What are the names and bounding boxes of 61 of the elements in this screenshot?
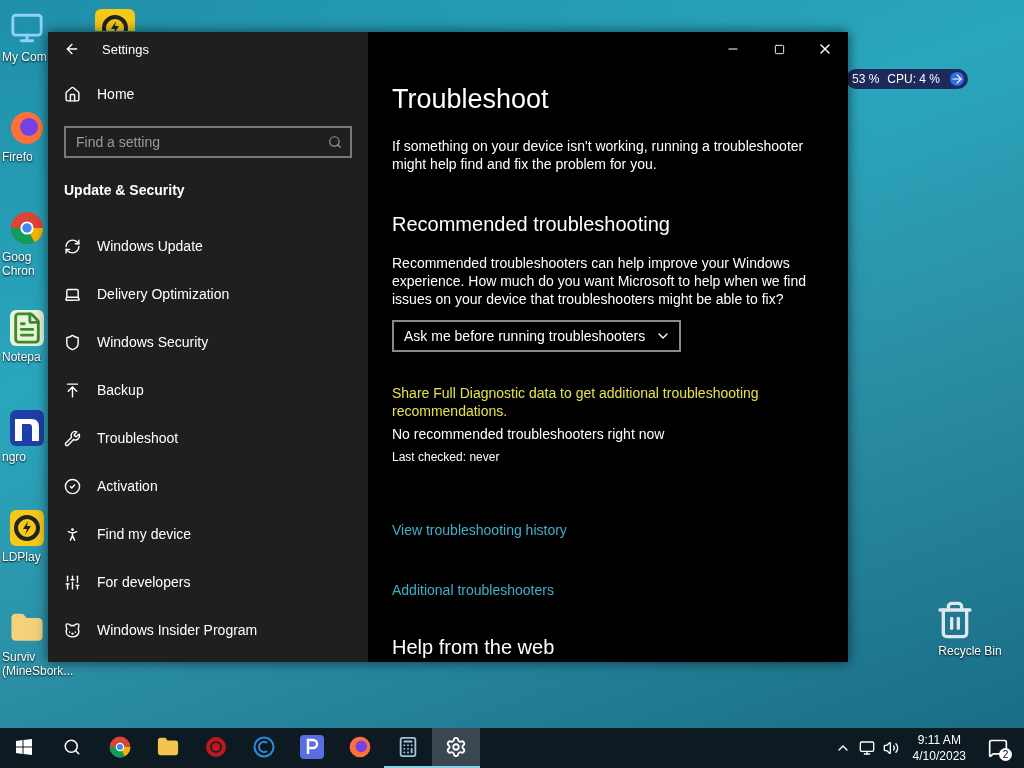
- shortcut-label: ngro: [1, 450, 27, 464]
- intro-text: If something on your device isn't working, running a troubleshooter might help find and fix the problem for you.: [392, 137, 805, 173]
- shortcut-label: Goog Chron: [1, 250, 35, 278]
- c-circle-icon: [253, 736, 275, 758]
- notification-count: 2: [999, 748, 1012, 761]
- shortcut-icon[interactable]: [10, 410, 44, 446]
- clock[interactable]: 9:11 AM 4/10/2023: [906, 732, 972, 764]
- upload-icon: [64, 381, 81, 399]
- last-checked-text: Last checked: never: [392, 450, 501, 464]
- shortcut-label: Recycle Bin: [937, 644, 1003, 658]
- nav-item[interactable]: Find my device: [48, 510, 368, 558]
- link[interactable]: Additional troubleshooters: [392, 582, 824, 598]
- taskbar-app-button[interactable]: [432, 728, 480, 768]
- settings-icon: [445, 736, 467, 758]
- maximize-icon: [773, 43, 785, 55]
- wrench-icon: [64, 429, 81, 447]
- link[interactable]: View troubleshooting history: [392, 522, 824, 538]
- page-title: Troubleshoot: [392, 84, 550, 115]
- search-field[interactable]: Find a setting: [64, 126, 352, 158]
- p-tile-icon: [300, 735, 324, 759]
- section-heading: Recommended troubleshooting: [392, 213, 671, 236]
- shortcut-icon[interactable]: [10, 210, 44, 246]
- home-item[interactable]: Home: [48, 70, 368, 118]
- speaker-icon[interactable]: [882, 740, 899, 756]
- shortcut-label: Firefo: [1, 150, 33, 164]
- search-icon: [63, 738, 81, 756]
- check-circle-icon: [64, 477, 81, 495]
- shortcut-label: LDPlay: [1, 550, 41, 564]
- status-text: No recommended troubleshooters right now: [392, 426, 666, 442]
- shield-icon: [64, 333, 81, 351]
- shortcut-icon[interactable]: [95, 9, 135, 31]
- home-icon: [64, 85, 81, 103]
- nav-item[interactable]: Windows Security: [48, 318, 368, 366]
- shortcut-label: My Com: [1, 50, 47, 64]
- windows-logo-icon: [16, 739, 32, 755]
- network-icon[interactable]: [858, 740, 875, 756]
- nav-item[interactable]: Windows Update: [48, 222, 368, 270]
- cat-icon: [64, 621, 81, 639]
- nav-item[interactable]: Backup: [48, 366, 368, 414]
- refresh-icon: [64, 237, 81, 255]
- chrome-icon: [109, 736, 131, 758]
- cpu-reading: CPU: 4 %: [887, 72, 941, 86]
- troubleshooter-dropdown[interactable]: Ask me before running troubleshooters: [392, 320, 682, 352]
- window-title: Settings: [102, 41, 149, 57]
- calculator-icon: [397, 736, 419, 758]
- shortcut-label: Notepa: [1, 350, 41, 364]
- folder-icon: [157, 736, 179, 758]
- nav-item[interactable]: Activation: [48, 462, 368, 510]
- section-heading: Update & Security: [63, 181, 186, 200]
- memory-reading: 53 %: [852, 72, 880, 86]
- description-text: Recommended troubleshooters can help improve your Windows experience. How much do you want Microsoft to help when we find issues on your device that troubleshooters might be able to fix?: [392, 254, 807, 308]
- nav-item[interactable]: For developers: [48, 558, 368, 606]
- shortcut-icon[interactable]: [10, 510, 44, 546]
- nav-item[interactable]: Troubleshoot: [48, 414, 368, 462]
- nav-item[interactable]: Delivery Optimization: [48, 270, 368, 318]
- search-icon: [328, 135, 342, 149]
- back-button[interactable]: [64, 41, 80, 57]
- firefox-icon: [349, 736, 371, 758]
- diagnostic-link[interactable]: Share Full Diagnostic data to get additional troubleshooting recommendations.: [392, 384, 792, 420]
- section-heading: Help from the web: [392, 636, 556, 659]
- sliders-icon: [64, 573, 81, 591]
